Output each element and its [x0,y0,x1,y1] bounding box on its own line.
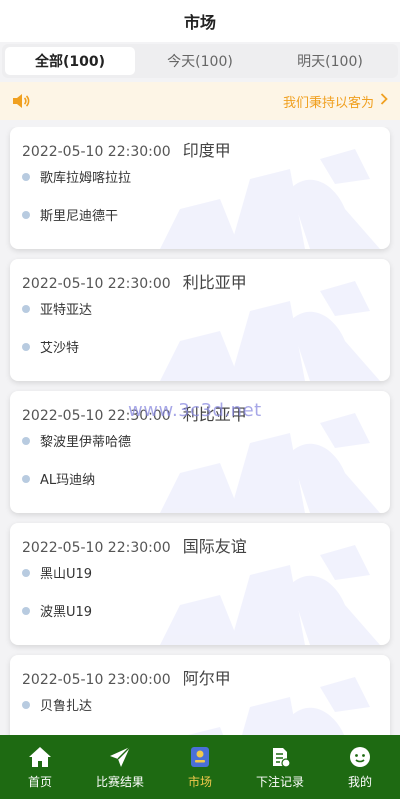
match-time: 2022-05-10 22:30:00 [22,144,171,160]
record-icon [273,747,291,768]
send-icon [110,745,131,767]
tabbar-label: 下注记录 [255,774,304,789]
match-card[interactable]: 2022-05-10 22:30:00 印度甲 歌库拉姆喀拉拉 斯里尼迪德干 [10,127,390,249]
league-name: 利比亚甲 [182,273,247,292]
tab-tomorrow[interactable]: 明天(100) [265,47,395,75]
match-time: 2022-05-10 22:30:00 [22,540,171,556]
profile-icon [350,746,370,767]
site-watermark: www.3c3d.net [128,400,262,421]
away-team: 斯里尼迪德干 [22,205,118,224]
bottom-tabbar: 首页 比赛结果 市场 下注记录 我的 [0,735,400,799]
page-title: 市场 [183,13,216,32]
home-team-name: 亚特亚达 [40,303,93,318]
league-name: 印度甲 [182,141,231,160]
notice-bar[interactable]: 我们秉持以客为 [0,82,400,120]
home-icon [29,746,51,767]
away-team-name: 艾沙特 [40,341,80,356]
team-dot [22,474,30,483]
match-list: 2022-05-10 22:30:00 印度甲 歌库拉姆喀拉拉 斯里尼迪德干 2… [0,127,400,735]
tabbar-label: 首页 [27,774,52,789]
notice-text: 我们秉持以客为 [282,95,374,111]
tabbar-label: 比赛结果 [95,774,144,789]
match-header: 2022-05-10 22:30:00 利比亚甲 [22,269,247,293]
away-team: AL玛迪纳 [22,469,95,488]
tabbar-label: 我的 [347,774,372,789]
match-card[interactable]: 2022-05-10 23:00:00 阿尔甲 贝鲁扎达 [10,655,390,735]
home-team-name: 黎波里伊蒂哈德 [40,435,132,450]
home-team: 黑山U19 [22,563,92,582]
home-team-name: 贝鲁扎达 [40,699,93,714]
home-team: 贝鲁扎达 [22,695,92,714]
match-card[interactable]: 2022-05-10 22:30:00 利比亚甲 亚特亚达 艾沙特 [10,259,390,381]
tabbar-item-home[interactable]: 首页 [0,735,80,799]
team-dot [22,606,30,615]
league-name: 国际友谊 [182,537,247,556]
tab-all[interactable]: 全部(100) [5,47,135,75]
home-team: 歌库拉姆喀拉拉 [22,167,131,186]
team-dot [22,568,30,577]
chevron-right-icon [380,93,388,109]
away-team-name: 波黑U19 [40,605,93,620]
speaker-icon [12,92,30,110]
home-team: 亚特亚达 [22,299,92,318]
tabbar-label: 市场 [187,774,212,789]
team-dot [22,304,30,313]
team-dot [22,210,30,219]
page-header: 市场 [0,0,400,42]
tab-today[interactable]: 今天(100) [135,47,265,75]
team-dot [22,342,30,351]
away-team-name: AL玛迪纳 [40,473,96,488]
match-header: 2022-05-10 23:00:00 阿尔甲 [22,665,231,689]
away-team: 波黑U19 [22,601,92,620]
market-icon [191,746,209,767]
match-time: 2022-05-10 22:30:00 [22,276,171,292]
team-dot [22,700,30,709]
tabbar-item-market[interactable]: 市场 [160,735,240,799]
tabbar-item-profile[interactable]: 我的 [320,735,400,799]
tabbar-item-results[interactable]: 比赛结果 [80,735,160,799]
match-header: 2022-05-10 22:30:00 国际友谊 [22,533,247,557]
match-card[interactable]: 2022-05-10 22:30:00 国际友谊 黑山U19 波黑U19 [10,523,390,645]
match-time: 2022-05-10 23:00:00 [22,672,171,688]
home-team: 黎波里伊蒂哈德 [22,431,131,450]
home-team-name: 黑山U19 [40,567,93,582]
tabbar-item-records[interactable]: 下注记录 [240,735,320,799]
match-header: 2022-05-10 22:30:00 印度甲 [22,137,231,161]
team-dot [22,172,30,181]
home-team-name: 歌库拉姆喀拉拉 [40,171,132,186]
filter-tabs: 全部(100) 今天(100) 明天(100) [2,44,398,78]
league-name: 阿尔甲 [182,669,231,688]
away-team-name: 斯里尼迪德干 [40,209,119,224]
away-team: 艾沙特 [22,337,79,356]
notice-message: 我们秉持以客为 [283,92,388,111]
team-dot [22,436,30,445]
